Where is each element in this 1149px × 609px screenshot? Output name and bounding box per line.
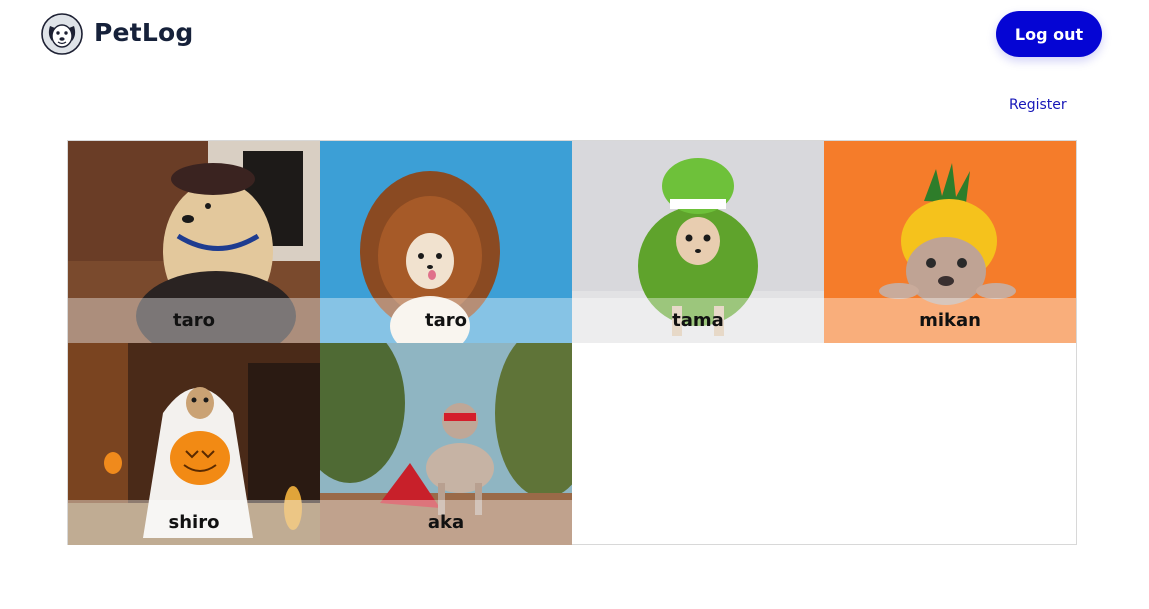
brand-title: PetLog xyxy=(94,18,194,47)
pet-name-bar: tama xyxy=(572,298,824,343)
app-header: PetLog Log out xyxy=(0,0,1149,70)
logout-button[interactable]: Log out xyxy=(996,11,1102,57)
pet-card[interactable]: aka xyxy=(320,343,572,545)
pet-name: shiro xyxy=(168,512,220,533)
pet-name: aka xyxy=(427,512,465,533)
pet-name-bar: taro xyxy=(68,298,320,343)
pet-name-bar: aka xyxy=(320,500,572,545)
pet-card[interactable]: taro xyxy=(320,141,572,343)
pet-gallery: taro taro tama mikan shiro aka xyxy=(67,140,1077,545)
pet-card[interactable]: taro xyxy=(68,141,320,343)
pet-name: tama xyxy=(672,310,724,331)
pet-card[interactable]: mikan xyxy=(824,141,1076,343)
pet-card[interactable]: tama xyxy=(572,141,824,343)
pet-name-bar: shiro xyxy=(68,500,320,545)
dog-logo-icon xyxy=(41,13,83,55)
pet-card[interactable]: shiro xyxy=(68,343,320,545)
register-link[interactable]: Register xyxy=(1009,97,1067,113)
pet-name-bar: taro xyxy=(320,298,572,343)
pet-name: taro xyxy=(425,310,467,331)
pet-name-bar: mikan xyxy=(824,298,1076,343)
pet-name: taro xyxy=(173,310,215,331)
pet-name: mikan xyxy=(919,310,981,331)
